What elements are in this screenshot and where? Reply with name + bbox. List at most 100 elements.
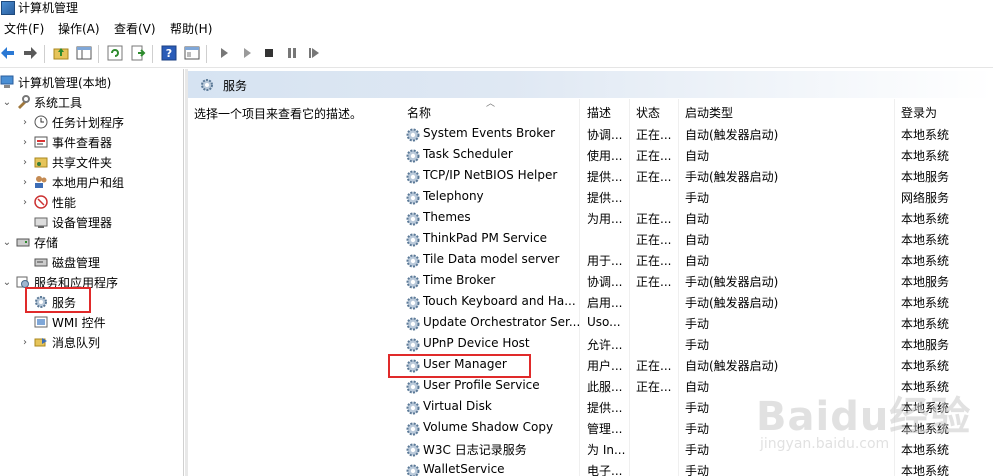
tree-item-shared-folders[interactable]: › 共享文件夹: [20, 153, 112, 171]
chevron-down-icon[interactable]: ⌄: [2, 237, 12, 248]
table-row[interactable]: TCP/IP NetBIOS Helper 提供... 正在... 手动(触发器启动)…: [403, 166, 993, 187]
gear-icon: [405, 190, 421, 206]
title-bar: 计算机管理: [0, 0, 993, 18]
menu-help[interactable]: 帮助(H): [170, 21, 212, 37]
column-header-logon-as[interactable]: 登录为: [901, 102, 937, 124]
svg-text:?: ?: [166, 47, 172, 60]
menu-file[interactable]: 文件(F): [4, 21, 44, 37]
tree-item-message-queue[interactable]: › 消息队列: [20, 333, 100, 351]
tree-item-storage[interactable]: ⌄ 存储: [2, 233, 58, 251]
service-name: ThinkPad PM Service: [423, 231, 548, 245]
clock-icon: [34, 115, 48, 129]
service-name: Touch Keyboard and Ha...: [423, 294, 576, 308]
service-startup-type: 手动: [685, 191, 710, 205]
service-startup-type: 手动(触发器启动): [685, 296, 779, 310]
service-description: 提供...: [587, 170, 623, 184]
tree-item-wmi[interactable]: WMI 控件: [34, 313, 106, 331]
service-description: 管理...: [587, 422, 623, 436]
service-name: Tile Data model server: [423, 252, 560, 266]
service-startup-type: 自动(触发器启动): [685, 128, 779, 142]
tree-item-event-viewer[interactable]: › 事件查看器: [20, 133, 112, 151]
chevron-right-icon[interactable]: ›: [20, 197, 30, 208]
user-manager-highlight-box: [388, 354, 531, 378]
chevron-down-icon[interactable]: ⌄: [2, 97, 12, 108]
pause-icon[interactable]: [284, 45, 300, 61]
chevron-right-icon[interactable]: ›: [20, 157, 30, 168]
play-outline-icon[interactable]: [239, 45, 255, 61]
chevron-right-icon[interactable]: ›: [20, 337, 30, 348]
service-description: 协调...: [587, 128, 623, 142]
chevron-down-icon[interactable]: ⌄: [2, 277, 12, 288]
table-row[interactable]: UPnP Device Host 允许... 手动 本地服务: [403, 334, 993, 355]
service-name: Time Broker: [423, 273, 496, 287]
chevron-right-icon[interactable]: ›: [20, 117, 30, 128]
service-description: 为用...: [587, 212, 623, 226]
sort-ascending-icon: ︿: [486, 99, 496, 109]
table-row[interactable]: Time Broker 协调... 正在... 手动(触发器启动) 本地服务: [403, 271, 993, 292]
toolbar-separator: [206, 45, 207, 63]
chevron-right-icon[interactable]: ›: [20, 137, 30, 148]
table-row[interactable]: Telephony 提供... 手动 网络服务: [403, 187, 993, 208]
event-viewer-icon: [34, 135, 48, 149]
menu-view[interactable]: 查看(V): [114, 21, 156, 37]
tree-item-label: 本地用户和组: [52, 175, 125, 190]
refresh-icon[interactable]: [107, 45, 123, 61]
help-icon[interactable]: ?: [161, 45, 177, 61]
column-header-name[interactable]: 名称: [407, 102, 431, 124]
table-row[interactable]: System Events Broker 协调... 正在... 自动(触发器启动) 本…: [403, 124, 993, 145]
chevron-right-icon[interactable]: ›: [20, 177, 30, 188]
up-folder-icon[interactable]: [53, 45, 69, 61]
show-hide-tree-icon[interactable]: [76, 45, 92, 61]
tree-item-label: 存储: [34, 235, 59, 250]
tree-item-local-users[interactable]: › 本地用户和组: [20, 173, 124, 191]
service-description: 协调...: [587, 275, 623, 289]
service-name: UPnP Device Host: [423, 336, 530, 350]
export-icon[interactable]: [130, 45, 146, 61]
column-header-startup-type[interactable]: 启动类型: [685, 102, 733, 124]
description-area: 选择一个项目来查看它的描述。: [188, 99, 398, 476]
tree-item-system-tools[interactable]: ⌄ 系统工具: [2, 93, 82, 111]
gear-icon: [405, 148, 421, 164]
service-status: 正在...: [636, 359, 672, 373]
properties-icon[interactable]: [184, 45, 200, 61]
service-name: Themes: [423, 210, 471, 224]
service-startup-type: 自动: [685, 254, 710, 268]
service-status: 正在...: [636, 380, 672, 394]
tree-item-disk-management[interactable]: 磁盘管理: [34, 253, 100, 271]
panel-title: 服务: [223, 79, 248, 93]
watermark-url: jingyan.baidu.com: [760, 436, 890, 452]
gear-icon: [405, 400, 421, 416]
service-description: Uso...: [587, 315, 621, 329]
service-name: Virtual Disk: [423, 399, 492, 413]
table-row[interactable]: Themes 为用... 正在... 自动 本地系统: [403, 208, 993, 229]
menu-action[interactable]: 操作(A): [58, 21, 100, 37]
play-icon[interactable]: [216, 45, 232, 61]
computer-management-icon: [1, 1, 15, 15]
service-status: 正在...: [636, 170, 672, 184]
table-row[interactable]: Update Orchestrator Ser... Uso... 手动 本地系统: [403, 313, 993, 334]
tree-item-root[interactable]: 计算机管理(本地): [0, 73, 111, 91]
tree-item-performance[interactable]: › 性能: [20, 193, 76, 211]
service-description: 为 In...: [587, 443, 626, 457]
back-icon[interactable]: [0, 45, 16, 61]
stop-icon[interactable]: [261, 45, 277, 61]
service-startup-type: 手动: [685, 338, 710, 352]
tree-item-task-scheduler[interactable]: › 任务计划程序: [20, 113, 124, 131]
column-header-description[interactable]: 描述: [587, 102, 611, 124]
toolbar-separator: [152, 45, 153, 63]
service-name: W3C 日志记录服务: [423, 443, 527, 457]
tree-item-label: 设备管理器: [52, 215, 113, 230]
table-row[interactable]: Task Scheduler 使用... 正在... 自动 本地系统: [403, 145, 993, 166]
services-highlight-box: [25, 287, 91, 313]
service-logon-as: 本地系统: [901, 317, 950, 331]
table-row[interactable]: Tile Data model server 用于... 正在... 自动 本地系统: [403, 250, 993, 271]
service-logon-as: 本地系统: [901, 128, 950, 142]
gear-icon: [405, 232, 421, 248]
column-header-status[interactable]: 状态: [636, 102, 660, 124]
forward-icon[interactable]: [22, 45, 38, 61]
service-startup-type: 自动: [685, 212, 710, 226]
table-row[interactable]: Touch Keyboard and Ha... 启用... 手动(触发器启动) 本地…: [403, 292, 993, 313]
tree-item-device-manager[interactable]: 设备管理器: [34, 213, 112, 231]
table-row[interactable]: ThinkPad PM Service 正在... 自动 本地系统: [403, 229, 993, 250]
restart-icon[interactable]: [306, 45, 322, 61]
